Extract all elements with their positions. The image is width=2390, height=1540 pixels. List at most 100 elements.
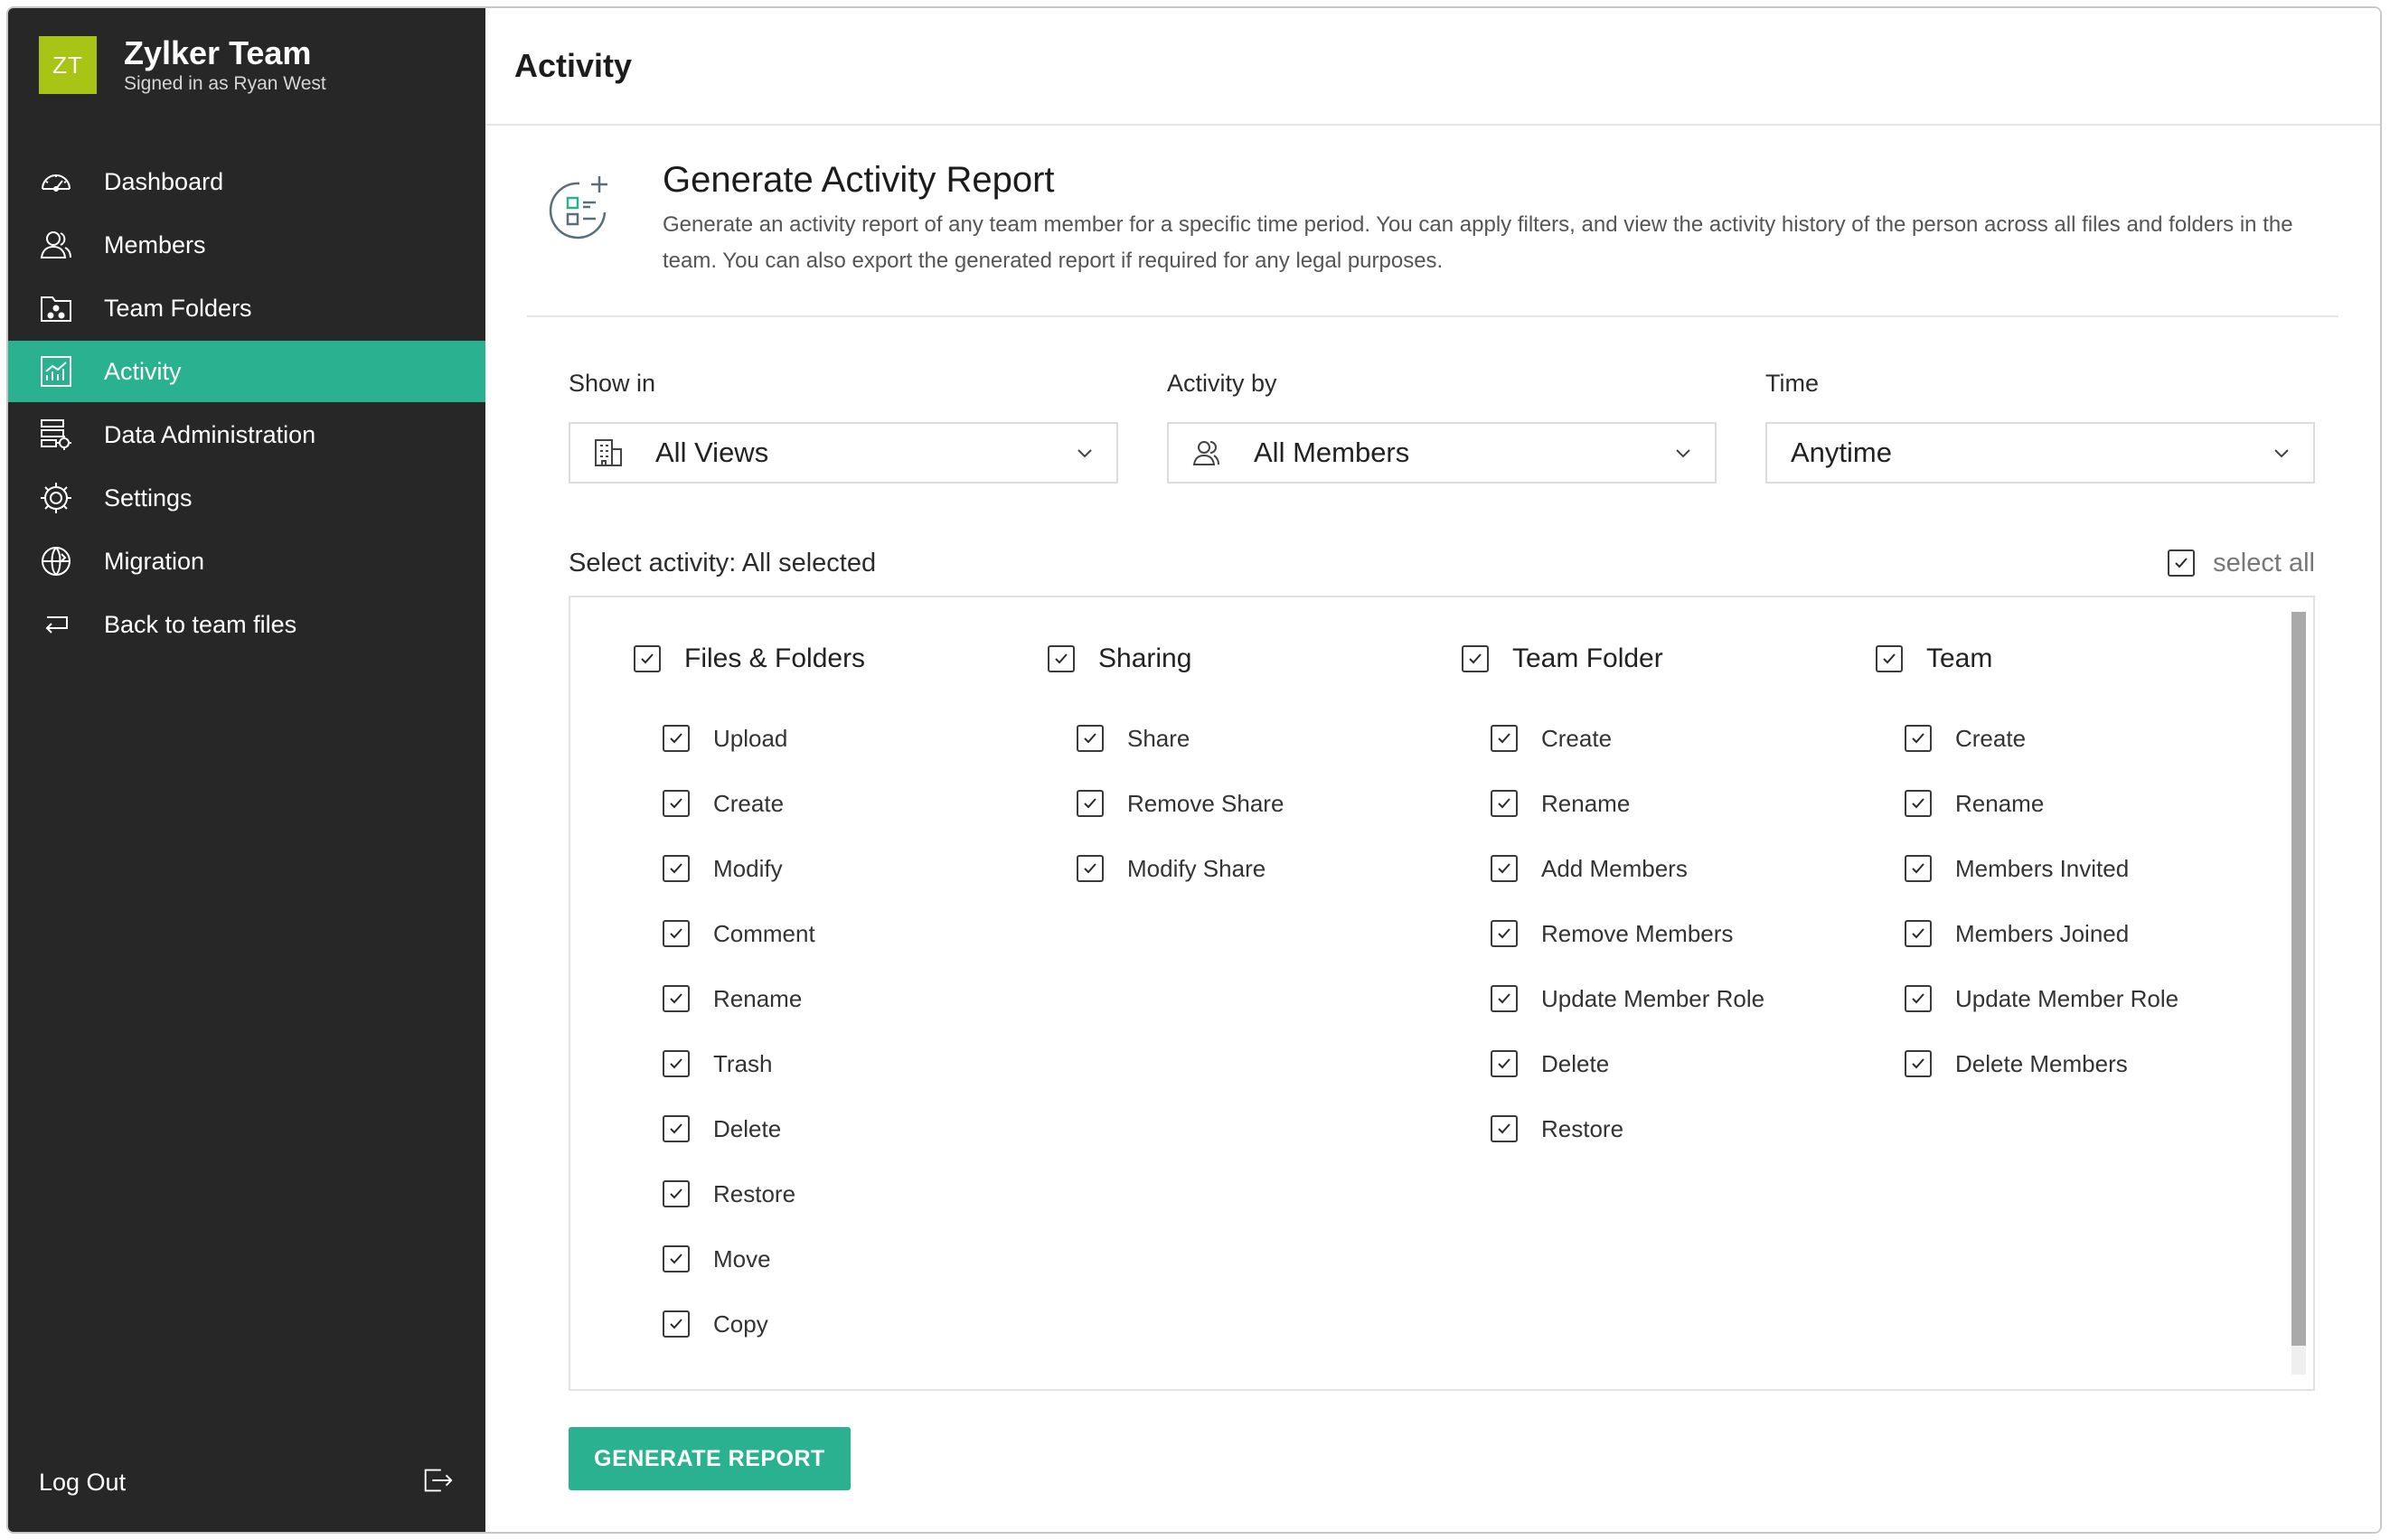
sidebar-item-label: Activity — [104, 357, 182, 385]
checkbox[interactable] — [1491, 725, 1518, 752]
group-label: Team — [1926, 643, 1993, 673]
activity-checkbox[interactable]: Create — [663, 771, 1031, 836]
activity-checkbox[interactable]: Restore — [663, 1161, 1031, 1226]
activity-checkbox[interactable]: Delete Members — [1905, 1031, 2273, 1096]
sidebar-item-back-to-team-files[interactable]: Back to team files — [8, 594, 485, 655]
checkbox[interactable] — [663, 1050, 690, 1077]
checkbox[interactable] — [1077, 725, 1104, 752]
activity-checkbox[interactable]: Rename — [1491, 771, 1859, 836]
checkbox[interactable] — [663, 1310, 690, 1338]
logout-icon[interactable] — [420, 1463, 455, 1502]
checkbox[interactable] — [663, 1180, 690, 1207]
activity-checkbox[interactable]: Update Member Role — [1905, 966, 2273, 1031]
report-icon — [549, 176, 607, 239]
logout-button[interactable]: Log Out — [39, 1460, 455, 1505]
activity-checkbox[interactable]: Update Member Role — [1491, 966, 1859, 1031]
sidebar-item-label: Data Administration — [104, 420, 316, 448]
checkbox[interactable] — [663, 985, 690, 1012]
app-window: ZT Zylker Team Signed in as Ryan West Da… — [6, 6, 2382, 1534]
checkbox[interactable] — [663, 855, 690, 882]
sidebar-item-settings[interactable]: Settings — [8, 467, 485, 529]
checkbox[interactable] — [2168, 549, 2196, 577]
activity-checkbox[interactable]: Move — [663, 1226, 1031, 1291]
activity-by-dropdown[interactable]: All Members — [1167, 422, 1717, 484]
report-intro: Generate Activity Report Generate an act… — [527, 153, 2338, 317]
activity-checkbox[interactable]: Delete — [1491, 1031, 1859, 1096]
report-title: Generate Activity Report — [663, 160, 1055, 200]
show-in-dropdown[interactable]: All Views — [569, 422, 1118, 484]
group-checkbox[interactable]: Team Folder — [1462, 639, 1859, 679]
activity-checkbox[interactable]: Modify Share — [1077, 836, 1445, 901]
checkbox[interactable] — [1491, 920, 1518, 947]
checkbox[interactable] — [1491, 1115, 1518, 1142]
activity-checkbox[interactable]: Share — [1077, 706, 1445, 771]
time-label: Time — [1765, 370, 1819, 397]
activity-checkbox[interactable]: Copy — [663, 1291, 1031, 1357]
checkbox[interactable] — [1491, 1050, 1518, 1077]
activity-label: Update Member Role — [1541, 984, 1765, 1012]
activity-checkbox[interactable]: Create — [1491, 706, 1859, 771]
activity-checkbox[interactable]: Modify — [663, 836, 1031, 901]
activity-label: Rename — [1541, 789, 1631, 817]
page-header: Activity — [485, 8, 2380, 126]
checkbox[interactable] — [1876, 645, 1903, 672]
checkbox[interactable] — [1905, 985, 1932, 1012]
sidebar-item-label: Members — [104, 230, 206, 258]
select-activity-row: Select activity: All selected select all — [569, 543, 2315, 583]
sidebar-item-activity[interactable]: Activity — [8, 341, 485, 402]
checkbox[interactable] — [1905, 725, 1932, 752]
generate-report-button[interactable]: GENERATE REPORT — [569, 1427, 851, 1490]
activity-checkbox[interactable]: Trash — [663, 1031, 1031, 1096]
members-icon — [37, 226, 75, 264]
time-dropdown[interactable]: Anytime — [1765, 422, 2315, 484]
checkbox[interactable] — [1491, 855, 1518, 882]
scrollbar[interactable] — [2291, 612, 2306, 1375]
checkbox[interactable] — [634, 645, 661, 672]
activity-label: Upload — [713, 724, 788, 752]
activity-checkbox[interactable]: Rename — [663, 966, 1031, 1031]
activity-checkbox[interactable]: Add Members — [1491, 836, 1859, 901]
checkbox[interactable] — [663, 1245, 690, 1272]
sidebar-item-dashboard[interactable]: Dashboard — [8, 151, 485, 212]
activity-checkbox[interactable]: Restore — [1491, 1096, 1859, 1161]
checkbox[interactable] — [1905, 855, 1932, 882]
checkbox[interactable] — [663, 920, 690, 947]
activity-checkbox[interactable]: Members Joined — [1905, 901, 2273, 966]
checkbox[interactable] — [1462, 645, 1489, 672]
checkbox[interactable] — [663, 1115, 690, 1142]
select-all-checkbox[interactable]: select all — [2168, 549, 2315, 578]
activity-checkbox[interactable]: Members Invited — [1905, 836, 2273, 901]
activity-label: Comment — [713, 919, 815, 947]
checkbox[interactable] — [1048, 645, 1075, 672]
activity-checkbox[interactable]: Remove Members — [1491, 901, 1859, 966]
group-label: Files & Folders — [684, 643, 866, 673]
activity-checkbox[interactable]: Comment — [663, 901, 1031, 966]
checkbox[interactable] — [1077, 855, 1104, 882]
sidebar-item-data-administration[interactable]: Data Administration — [8, 404, 485, 465]
activity-checkbox[interactable]: Remove Share — [1077, 771, 1445, 836]
activity-icon — [37, 352, 75, 390]
checkbox[interactable] — [663, 790, 690, 817]
checkbox[interactable] — [663, 725, 690, 752]
activity-label: Rename — [1955, 789, 2045, 817]
checkbox[interactable] — [1905, 790, 1932, 817]
sidebar-item-team-folders[interactable]: Team Folders — [8, 277, 485, 339]
group-checkbox[interactable]: Sharing — [1048, 639, 1445, 679]
sidebar-item-members[interactable]: Members — [8, 214, 485, 276]
sidebar-item-migration[interactable]: Migration — [8, 531, 485, 592]
activity-label: Delete — [1541, 1049, 1610, 1077]
group-checkbox[interactable]: Team — [1876, 639, 2273, 679]
checkbox[interactable] — [1491, 985, 1518, 1012]
activity-checkbox[interactable]: Upload — [663, 706, 1031, 771]
checkbox[interactable] — [1491, 790, 1518, 817]
team-folders-icon — [37, 289, 75, 327]
checkbox[interactable] — [1905, 920, 1932, 947]
activity-checkbox[interactable]: Delete — [663, 1096, 1031, 1161]
activity-list: Create Rename Members Invited Members Joine… — [1876, 706, 2273, 1096]
activity-checkbox[interactable]: Rename — [1905, 771, 2273, 836]
checkbox[interactable] — [1077, 790, 1104, 817]
checkbox[interactable] — [1905, 1050, 1932, 1077]
activity-checkbox[interactable]: Create — [1905, 706, 2273, 771]
scrollbar-thumb[interactable] — [2291, 612, 2306, 1346]
group-checkbox[interactable]: Files & Folders — [634, 639, 1031, 679]
